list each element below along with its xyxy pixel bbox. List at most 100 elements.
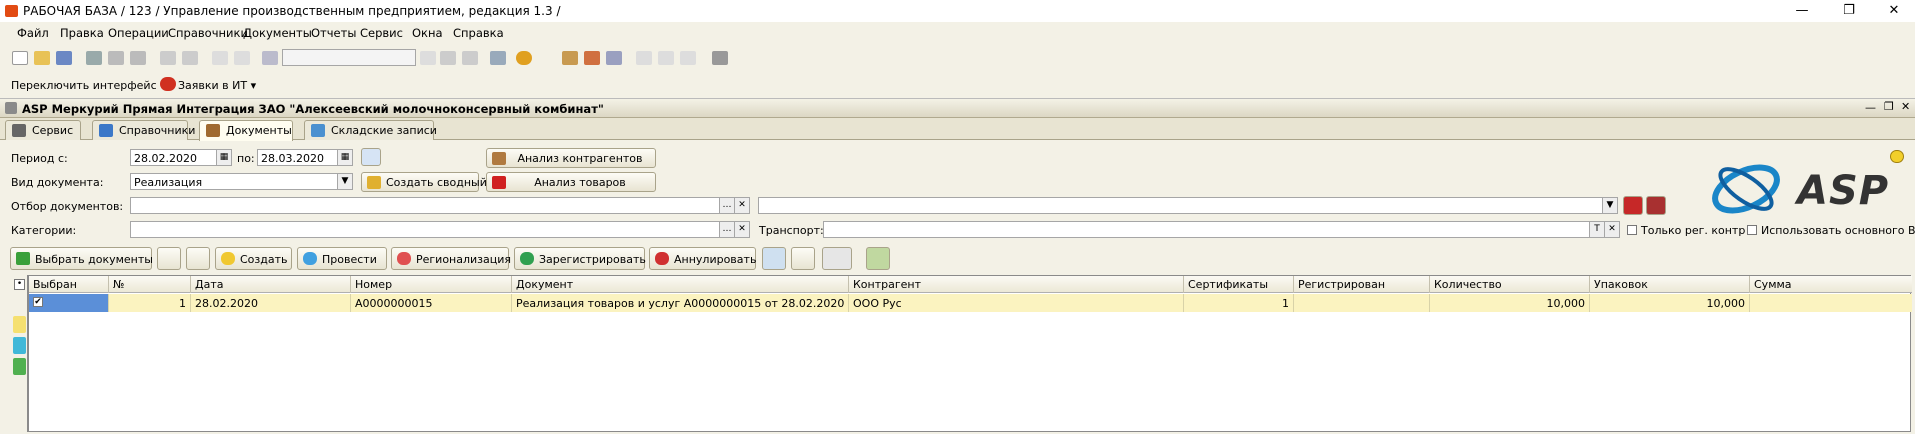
col-counterparty[interactable]: Контрагент xyxy=(849,276,1184,293)
annul-button[interactable]: Аннулировать xyxy=(649,247,756,270)
col-num[interactable]: № xyxy=(109,276,191,293)
redo-icon[interactable] xyxy=(234,51,250,65)
calendar-picker-icon[interactable]: ▦ xyxy=(216,150,231,165)
col-document[interactable]: Документ xyxy=(512,276,849,293)
chevron-down-icon[interactable]: ▼ xyxy=(337,174,352,189)
edit-icon[interactable] xyxy=(157,247,181,270)
col-selected[interactable]: Выбран xyxy=(29,276,109,293)
delete-filter-icon[interactable] xyxy=(1646,196,1666,215)
minimize-button[interactable]: — xyxy=(1782,2,1822,20)
tab-service[interactable]: Сервис xyxy=(5,120,81,140)
calendar-icon[interactable] xyxy=(584,51,600,65)
save-icon[interactable] xyxy=(56,51,72,65)
paste-icon[interactable] xyxy=(130,51,146,65)
memory-m-icon[interactable] xyxy=(636,51,652,65)
use-main-checkbox[interactable] xyxy=(1747,225,1757,235)
ellipsis-icon[interactable]: … xyxy=(719,222,734,237)
menu-edit[interactable]: Правка xyxy=(60,26,104,40)
text-icon[interactable]: T xyxy=(1589,222,1604,237)
info-icon[interactable] xyxy=(516,51,532,65)
tab-documents[interactable]: Документы xyxy=(199,120,293,141)
clear-icon[interactable]: ✕ xyxy=(1604,222,1619,237)
new-icon[interactable] xyxy=(12,51,28,65)
clear-search-icon[interactable] xyxy=(420,51,436,65)
clear-icon[interactable]: ✕ xyxy=(734,198,749,213)
period-to-field[interactable]: 28.03.2020 ▦ xyxy=(257,149,353,166)
print-icon[interactable] xyxy=(160,51,176,65)
delete-icon[interactable] xyxy=(762,247,786,270)
memory-plus-icon[interactable] xyxy=(658,51,674,65)
create-summary-button[interactable]: Создать сводный xyxy=(361,172,487,192)
col-registered[interactable]: Регистрирован xyxy=(1294,276,1430,293)
col-quantity[interactable]: Количество xyxy=(1430,276,1590,293)
col-date[interactable]: Дата xyxy=(191,276,351,293)
tab-catalogs[interactable]: Справочники xyxy=(92,120,195,140)
switch-interface-button[interactable]: Переключить интерфейс ▾ xyxy=(11,79,166,92)
calendar-picker-icon[interactable]: ▦ xyxy=(337,150,352,165)
settings-icon[interactable] xyxy=(712,51,728,65)
menu-documents[interactable]: Документы xyxy=(243,26,312,40)
col-packages[interactable]: Упаковок xyxy=(1590,276,1750,293)
ellipsis-icon[interactable]: … xyxy=(719,198,734,213)
users-icon[interactable] xyxy=(606,51,622,65)
select-documents-button[interactable]: Выбрать документы xyxy=(10,247,153,270)
cell-selected[interactable]: ✔ xyxy=(29,294,109,312)
preview-icon[interactable] xyxy=(182,51,198,65)
transport-field[interactable]: T ✕ xyxy=(823,221,1620,238)
undo-icon[interactable] xyxy=(212,51,228,65)
chevron-down-icon[interactable]: ▼ xyxy=(1602,198,1617,213)
menu-operations[interactable]: Операции xyxy=(108,26,169,40)
restore-button[interactable]: ❐ xyxy=(1829,2,1869,20)
save-filter-icon[interactable] xyxy=(1623,196,1643,215)
doc-type-select[interactable]: Реализация ▼ xyxy=(130,173,353,190)
search-input[interactable] xyxy=(282,49,416,66)
create-button[interactable]: Создать xyxy=(215,247,292,270)
filter-extra-field[interactable]: ▼ xyxy=(758,197,1618,214)
menu-windows[interactable]: Окна xyxy=(412,26,443,40)
analyze-counterparties-button[interactable]: Анализ контрагентов xyxy=(486,148,656,168)
doc-filter-field[interactable]: … ✕ xyxy=(130,197,750,214)
row-checkbox[interactable]: ✔ xyxy=(33,297,43,307)
it-requests-button[interactable]: Заявки в ИТ ▾ xyxy=(178,79,256,92)
export-icon[interactable] xyxy=(866,247,890,270)
period-from-field[interactable]: 28.02.2020 ▦ xyxy=(130,149,232,166)
period-select-icon[interactable] xyxy=(361,148,381,166)
table-row[interactable]: ✔ 1 28.02.2020 А0000000015 Реализация то… xyxy=(29,294,1912,312)
menu-help[interactable]: Справка xyxy=(453,26,504,40)
menu-file[interactable]: Файл xyxy=(17,26,49,40)
post-button[interactable]: Провести xyxy=(297,247,387,270)
sub-minimize-button[interactable]: — xyxy=(1865,101,1876,114)
clear-icon[interactable]: ✕ xyxy=(734,222,749,237)
register-button[interactable]: Зарегистрировать xyxy=(514,247,646,270)
categories-field[interactable]: … ✕ xyxy=(130,221,750,238)
col-number[interactable]: Номер xyxy=(351,276,512,293)
calculator-icon[interactable] xyxy=(562,51,578,65)
sub-restore-button[interactable]: ❐ xyxy=(1884,100,1894,113)
close-button[interactable]: ✕ xyxy=(1874,2,1914,20)
documents-table[interactable]: Выбран № Дата Номер Документ Контрагент … xyxy=(28,275,1912,432)
search-icon[interactable] xyxy=(262,51,278,65)
menu-catalogs[interactable]: Справочники xyxy=(168,26,248,40)
copy-icon[interactable] xyxy=(108,51,124,65)
open-icon[interactable] xyxy=(34,51,50,65)
col-sum[interactable]: Сумма xyxy=(1750,276,1912,293)
only-reg-checkbox[interactable] xyxy=(1627,225,1637,235)
hint-icon[interactable] xyxy=(1890,150,1904,163)
analyze-goods-button[interactable]: Анализ товаров xyxy=(486,172,656,192)
copy-rows-icon[interactable] xyxy=(186,247,210,270)
main-toolbar xyxy=(0,43,1915,73)
select-all-marker[interactable]: • xyxy=(14,279,25,290)
find-next-icon[interactable] xyxy=(440,51,456,65)
menu-reports[interactable]: Отчеты xyxy=(311,26,356,40)
windows-icon[interactable] xyxy=(490,51,506,65)
find-prev-icon[interactable] xyxy=(462,51,478,65)
memory-minus-icon[interactable] xyxy=(680,51,696,65)
sub-close-button[interactable]: ✕ xyxy=(1901,100,1910,113)
tab-warehouse[interactable]: Складские записи xyxy=(304,120,437,140)
regionalize-button[interactable]: Регионализация xyxy=(391,247,511,270)
cut-icon[interactable] xyxy=(86,51,102,65)
eraser-icon[interactable] xyxy=(791,247,815,270)
menu-service[interactable]: Сервис xyxy=(360,26,403,40)
col-certificates[interactable]: Сертификаты xyxy=(1184,276,1294,293)
print-menu-icon[interactable] xyxy=(822,247,852,270)
